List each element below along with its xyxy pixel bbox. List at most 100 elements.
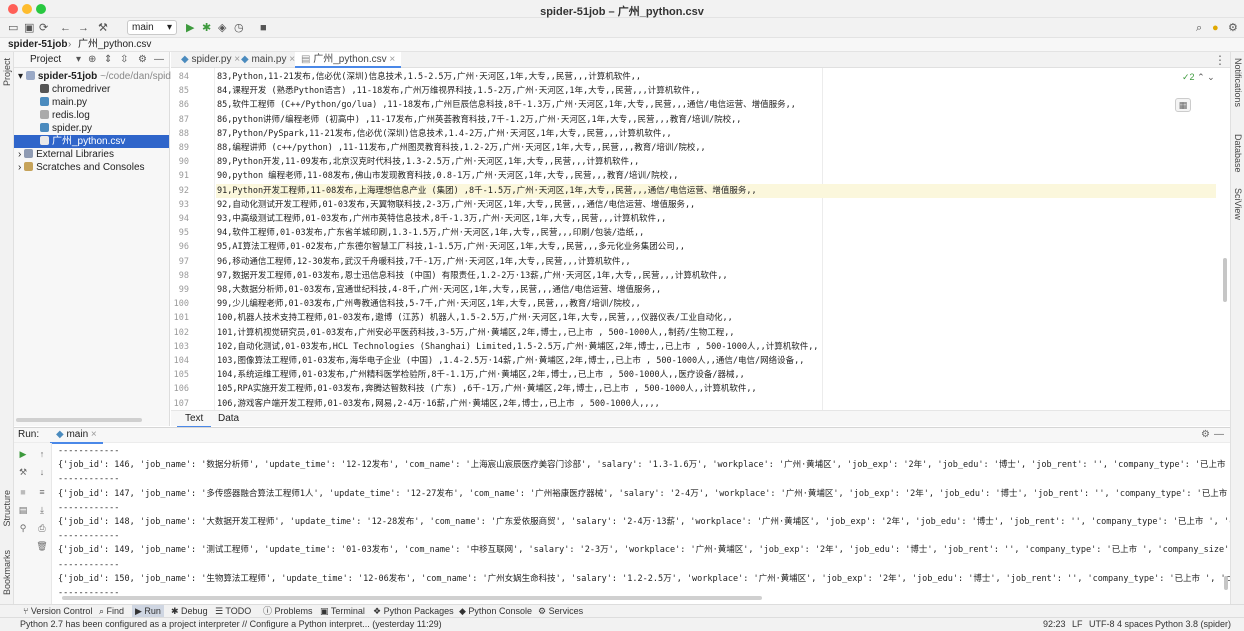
code-line[interactable]: 101,计算机视觉研究员,01-03发布,广州安必平医药科技,3-5万,广州·黄… xyxy=(216,326,734,340)
trash-icon[interactable]: 🗑 xyxy=(36,541,48,552)
close-icon[interactable]: × xyxy=(88,429,97,440)
code-line[interactable]: 86,python讲师/编程老师 (初高中) ,11-17发布,广州英荟教育科技… xyxy=(216,113,741,127)
table-view-icon[interactable]: ▦ xyxy=(1175,98,1191,112)
tree-item-spider-py[interactable]: spider.py xyxy=(14,122,169,135)
rerun-icon[interactable]: ▶ xyxy=(17,449,29,460)
stop-icon[interactable]: ■ xyxy=(17,487,29,497)
profile-icon[interactable]: ◷ xyxy=(234,21,244,35)
tab-csv[interactable]: ▤ 广州_python.csv × xyxy=(295,52,402,68)
soft-wrap-icon[interactable]: ≡ xyxy=(36,487,48,497)
code-line[interactable]: 87,Python/PySpark,11-21发布,信必优(深圳)信息技术,1.… xyxy=(216,127,672,141)
code-line[interactable]: 95,AI算法工程师,01-02发布,广东德尔智慧工厂科技,1-1.5万,广州·… xyxy=(216,240,685,254)
code-line[interactable]: 91,Python开发工程师,11-08发布,上海理想信息产业 (集团) ,8千… xyxy=(216,183,1216,198)
stop-icon[interactable]: ■ xyxy=(260,21,267,35)
code-line[interactable]: 83,Python,11-21发布,信必优(深圳)信息技术,1.5-2.5万,广… xyxy=(216,70,641,84)
run-config-tab[interactable]: ◆ main × xyxy=(50,428,103,444)
back-icon[interactable]: ← xyxy=(60,21,71,35)
code-line[interactable]: 92,自动化测试开发工程师,01-03发布,天翼物联科技,2-3万,广州·天河区… xyxy=(216,198,695,212)
tree-item-main-py[interactable]: main.py xyxy=(14,96,169,109)
tree-scratches[interactable]: › Scratches and Consoles xyxy=(14,161,169,174)
debug-icon[interactable]: ✱ xyxy=(202,21,211,35)
save-icon[interactable]: ▣ xyxy=(24,21,34,35)
code-line[interactable]: 100,机器人技术支持工程师,01-03发布,遨博 (江苏) 机器人,1.5-2… xyxy=(216,311,733,325)
tree-root[interactable]: ▾ spider-51job ~/code/dan/spider xyxy=(14,70,180,83)
code-line[interactable]: 104,系统运维工程师,01-03发布,广州精科医学检验所,8千-1.1万,广州… xyxy=(216,368,745,382)
code-line[interactable]: 98,大数据分析师,01-03发布,宜通世纪科技,4-8千,广州·天河区,1年,… xyxy=(216,283,661,297)
expand-all-icon[interactable]: ⇕ xyxy=(104,52,112,68)
chevron-down-icon[interactable]: ▾ xyxy=(76,52,81,68)
tree-item-redis-log[interactable]: redis.log xyxy=(14,109,169,122)
console-hscrollbar[interactable] xyxy=(62,596,762,600)
console-output[interactable]: ------------ {'job_id': 146, 'job_name': … xyxy=(54,444,1230,594)
pin-icon[interactable]: ⚲ xyxy=(17,523,29,534)
code-area[interactable]: 83,Python,11-21发布,信必优(深圳)信息技术,1.5-2.5万,广… xyxy=(216,68,1216,410)
editor-vscrollbar[interactable] xyxy=(1223,258,1227,302)
sciview-tool-tab[interactable]: SciView xyxy=(1233,188,1243,220)
coverage-icon[interactable]: ◈ xyxy=(218,21,226,35)
open-folder-icon[interactable]: ▭ xyxy=(8,21,18,35)
search-icon[interactable]: ⌕ xyxy=(1196,21,1202,35)
breadcrumb-file[interactable]: 广州_python.csv xyxy=(78,38,151,51)
layout-icon[interactable]: ▤ xyxy=(17,505,29,516)
forward-icon[interactable]: → xyxy=(78,21,89,35)
more-tabs-icon[interactable]: ⋮ xyxy=(1214,53,1226,67)
close-icon[interactable]: × xyxy=(286,54,295,65)
indent-setting[interactable]: 4 spaces xyxy=(1117,618,1153,631)
code-line[interactable]: 99,少儿编程老师,01-03发布,广州粤教通信科技,5-7千,广州·天河区,1… xyxy=(216,297,641,311)
tab-data[interactable]: Data xyxy=(215,411,242,426)
collapse-all-icon[interactable]: ⇳ xyxy=(120,52,128,68)
inspection-widget[interactable]: ✓2 ⌃ ⌄ xyxy=(1182,72,1215,83)
status-message[interactable]: Python 2.7 has been configured as a proj… xyxy=(20,618,442,631)
chevron-down-icon[interactable]: ⌄ xyxy=(1207,72,1215,82)
gear-icon[interactable]: ⚙ xyxy=(1201,428,1210,442)
gear-icon[interactable]: ⚙ xyxy=(138,52,147,68)
code-line[interactable]: 89,Python开发,11-09发布,北京汉克时代科技,1.3-2.5万,广州… xyxy=(216,155,639,169)
code-line[interactable]: 106,游戏客户端开发工程师,01-03发布,网易,2-4万·16薪,广州·黄埔… xyxy=(216,397,660,410)
code-line[interactable]: 96,移动通信工程师,12-30发布,武汉千舟暖科技,7千-1万,广州·天河区,… xyxy=(216,255,631,269)
tab-main-py[interactable]: ◆ main.py × xyxy=(235,52,301,68)
code-line[interactable]: 90,python 编程老师,11-08发布,佛山市发现教育科技,0.8-1万,… xyxy=(216,169,678,183)
code-line[interactable]: 105,RPA实施开发工程师,01-03发布,奔腾达智数科技 (广东) ,6千-… xyxy=(216,382,757,396)
scroll-down-icon[interactable]: ↓ xyxy=(36,467,48,477)
project-tool-tab[interactable]: Project xyxy=(2,58,12,86)
python-interpreter[interactable]: Python 3.8 (spider) xyxy=(1155,618,1231,631)
wrench-icon[interactable]: ⚒ xyxy=(17,467,29,478)
scroll-up-icon[interactable]: ↑ xyxy=(36,449,48,459)
update-icon[interactable]: ● xyxy=(1212,21,1219,35)
tree-item-chromedriver[interactable]: chromedriver xyxy=(14,83,169,96)
settings-icon[interactable]: ⚙ xyxy=(1228,21,1238,35)
print-icon[interactable]: ⎙ xyxy=(36,523,48,534)
caret-position[interactable]: 92:23 xyxy=(1043,618,1066,631)
code-line[interactable]: 97,数据开发工程师,01-03发布,恩士迅信息科技 (中国) 有限责任,1.2… xyxy=(216,269,728,283)
project-hscrollbar[interactable] xyxy=(16,418,142,422)
breadcrumb-project[interactable]: spider-51job xyxy=(8,38,67,51)
tree-item-csv[interactable]: 广州_python.csv xyxy=(14,135,169,148)
bookmarks-tool-tab[interactable]: Bookmarks xyxy=(2,550,12,595)
hide-panel-icon[interactable]: — xyxy=(1214,428,1224,442)
tree-external-libraries[interactable]: › External Libraries xyxy=(14,148,169,161)
code-line[interactable]: 88,编程讲师 (c++/python) ,11-11发布,广州图灵教育科技,1… xyxy=(216,141,706,155)
run-icon[interactable]: ▶ xyxy=(186,21,194,35)
code-line[interactable]: 102,自动化测试,01-03发布,HCL Technologies (Shan… xyxy=(216,340,818,354)
structure-tool-tab[interactable]: Structure xyxy=(2,490,12,527)
build-icon[interactable]: ⚒ xyxy=(98,21,108,35)
database-tool-tab[interactable]: Database xyxy=(1233,134,1243,173)
notifications-tool-tab[interactable]: Notifications xyxy=(1233,58,1243,107)
line-separator[interactable]: LF xyxy=(1072,618,1083,631)
file-encoding[interactable]: UTF-8 xyxy=(1089,618,1115,631)
run-config-select[interactable]: main ▾ xyxy=(127,20,177,35)
console-vscrollbar[interactable] xyxy=(1224,576,1228,590)
close-icon[interactable]: × xyxy=(387,54,395,65)
code-line[interactable]: 85,软件工程师 (C++/Python/go/lua) ,11-18发布,广州… xyxy=(216,98,796,112)
scroll-to-end-icon[interactable]: ⤓ xyxy=(36,505,48,516)
sync-icon[interactable]: ⟳ xyxy=(39,21,48,35)
code-line[interactable]: 93,中高级测试工程师,01-03发布,广州市英特信息技术,8千-1.3万,广州… xyxy=(216,212,666,226)
locate-icon[interactable]: ⊕ xyxy=(88,52,96,68)
tab-text[interactable]: Text xyxy=(177,411,212,428)
code-line[interactable]: 103,图像算法工程师,01-03发布,海华电子企业 (中国) ,1.4-2.5… xyxy=(216,354,804,368)
chevron-up-icon[interactable]: ⌃ xyxy=(1197,72,1205,82)
hide-panel-icon[interactable]: — xyxy=(154,52,164,68)
code-line[interactable]: 84,课程开发 (熟悉Python语言) ,11-18发布,广州万维视界科技,1… xyxy=(216,84,700,98)
code-line[interactable]: 94,软件工程师,01-03发布,广东省羊城印刷,1.3-1.5万,广州·天河区… xyxy=(216,226,644,240)
project-panel-title[interactable]: Project xyxy=(20,54,61,65)
